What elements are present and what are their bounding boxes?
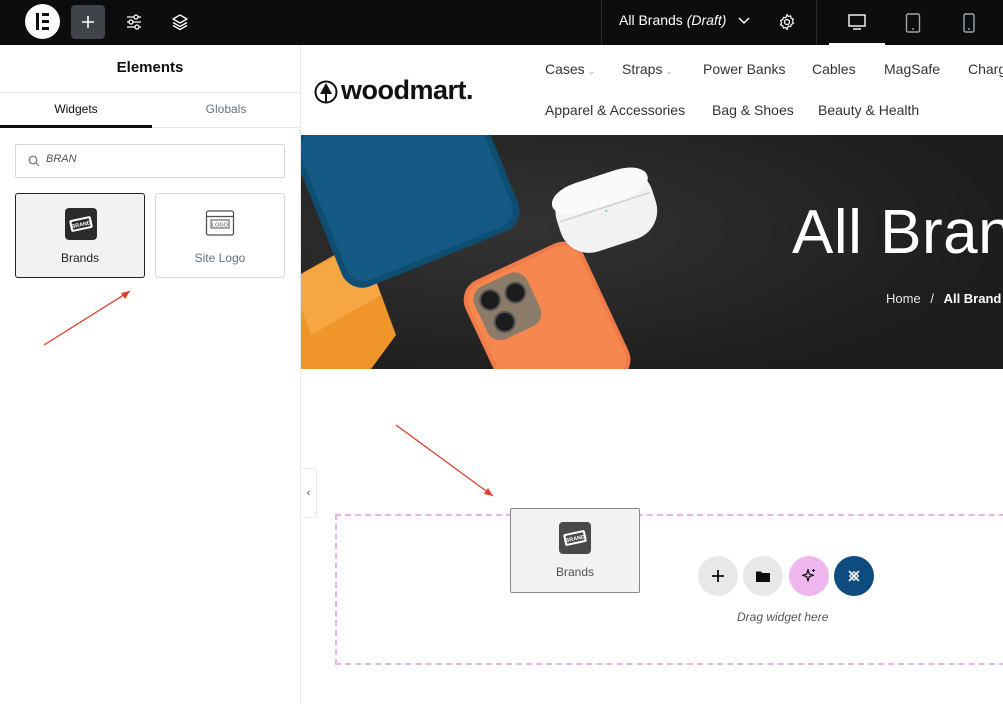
sliders-icon (127, 14, 141, 30)
desktop-icon (848, 13, 866, 30)
site-logo-icon: LOGO (205, 210, 235, 236)
collapse-panel-toggle[interactable]: ‹ (301, 468, 317, 518)
kit-library-button[interactable] (834, 556, 874, 596)
widget-label: Brands (555, 565, 595, 579)
topbar-divider (816, 0, 817, 45)
widget-label: Site Logo (194, 251, 246, 265)
chevron-down-icon: ⌄ (665, 66, 674, 76)
chevron-down-icon: ⌄ (587, 66, 596, 76)
breadcrumb: Home / All Brand (886, 291, 1001, 306)
site-logo-text: woodmart. (341, 75, 474, 105)
gear-icon (780, 13, 794, 31)
nav-item-bag-shoes[interactable]: Bag & Shoes (712, 102, 794, 118)
hero-banner: All Bran Home / All Brand (301, 135, 1003, 369)
plus-icon (712, 570, 724, 582)
tree-logo-icon (314, 80, 338, 103)
nav-item-power-banks[interactable]: Power Banks (703, 61, 785, 77)
desktop-view-button[interactable] (829, 0, 885, 45)
topbar-divider (601, 0, 602, 45)
search-icon (28, 155, 40, 167)
chevron-down-icon (738, 17, 750, 25)
folder-icon (756, 571, 770, 582)
page-hero-title: All Bran (792, 198, 1003, 267)
site-logo[interactable]: woodmart. (314, 75, 474, 106)
brands-icon: BRAND (559, 522, 591, 554)
ai-generate-button[interactable] (789, 556, 829, 596)
nav-item-cables[interactable]: Cables (812, 61, 856, 77)
tablet-view-button[interactable] (885, 0, 941, 45)
nav-item-apparel[interactable]: Apparel & Accessories (545, 102, 685, 118)
sparkle-icon (801, 568, 815, 582)
tab-widgets[interactable]: Widgets (0, 93, 152, 128)
panel-tabs: Widgets Globals (0, 92, 300, 128)
mobile-view-button[interactable] (941, 0, 997, 45)
document-status: (Draft) (686, 12, 727, 28)
drag-widget-hint: Drag widget here (737, 610, 829, 624)
widget-brands[interactable]: BRAND Brands (15, 193, 145, 278)
breadcrumb-home[interactable]: Home (886, 291, 921, 306)
brands-icon: BRAND (65, 208, 97, 240)
elementor-kit-icon (848, 570, 860, 582)
nav-item-beauty-health[interactable]: Beauty & Health (818, 102, 919, 118)
dragged-widget-brands[interactable]: BRAND Brands (510, 508, 640, 593)
plus-icon (82, 16, 94, 28)
widget-site-logo[interactable]: LOGO Site Logo (155, 193, 285, 278)
empty-section-dropzone[interactable] (335, 514, 1003, 665)
nav-item-magsafe[interactable]: MagSafe (884, 61, 940, 77)
mobile-icon (963, 12, 975, 33)
document-title: All Brands (619, 12, 683, 28)
panel-title: Elements (116, 59, 184, 76)
widget-label: Brands (60, 251, 100, 265)
page-settings-button[interactable] (770, 5, 804, 39)
tab-globals[interactable]: Globals (152, 93, 300, 128)
widget-search-box[interactable] (15, 144, 285, 178)
editor-topbar: All Brands (Draft) (0, 0, 1003, 45)
tablet-icon (905, 12, 921, 33)
document-title-dropdown[interactable]: All Brands (Draft) (619, 12, 750, 28)
nav-item-cases[interactable]: Cases ⌄ (545, 61, 595, 77)
nav-item-straps[interactable]: Straps ⌄ (622, 61, 673, 77)
add-section-button[interactable] (698, 556, 738, 596)
elementor-logo-icon[interactable] (25, 4, 60, 39)
breadcrumb-separator: / (930, 291, 934, 306)
structure-button[interactable] (163, 5, 197, 39)
chevron-left-icon: ‹ (306, 487, 311, 499)
breadcrumb-current: All Brand (943, 291, 1002, 306)
site-settings-button[interactable] (117, 5, 151, 39)
nav-item-chargers[interactable]: Charg (968, 61, 1003, 77)
widget-search-input[interactable] (46, 153, 276, 165)
add-element-button[interactable] (71, 5, 105, 39)
add-template-button[interactable] (743, 556, 783, 596)
layers-icon (172, 14, 188, 31)
svg-text:LOGO: LOGO (212, 222, 229, 228)
elements-panel: Elements Widgets Globals BRAND Brands LO… (0, 45, 301, 704)
